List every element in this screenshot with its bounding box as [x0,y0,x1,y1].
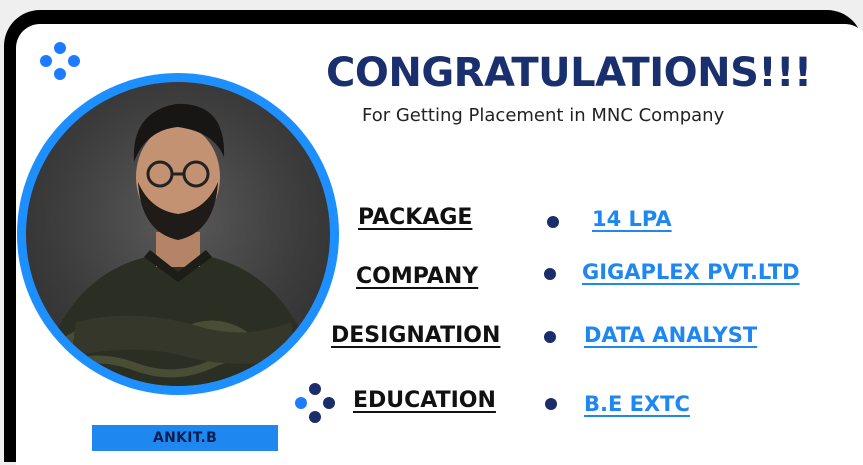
subtitle: For Getting Placement in MNC Company [362,105,725,126]
profile-photo [26,82,330,386]
education-value: B.E EXTC [584,392,690,416]
name-banner: ANKIT.B [92,425,278,451]
designation-value: DATA ANALYST [584,323,758,347]
company-label: COMPANY [356,264,479,289]
candidate-name: ANKIT.B [152,430,218,446]
package-label: PACKAGE [358,205,473,230]
bullet-icon [547,216,559,228]
congratulations-title: CONGRATULATIONS!!! [326,50,812,96]
company-value: GIGAPLEX PVT.LTD [582,260,800,284]
designation-label: DESIGNATION [331,323,501,348]
bullet-icon [544,268,556,280]
package-value: 14 LPA [592,207,672,231]
education-label: EDUCATION [353,388,496,413]
bullet-icon [544,331,556,343]
bullet-icon [545,398,557,410]
